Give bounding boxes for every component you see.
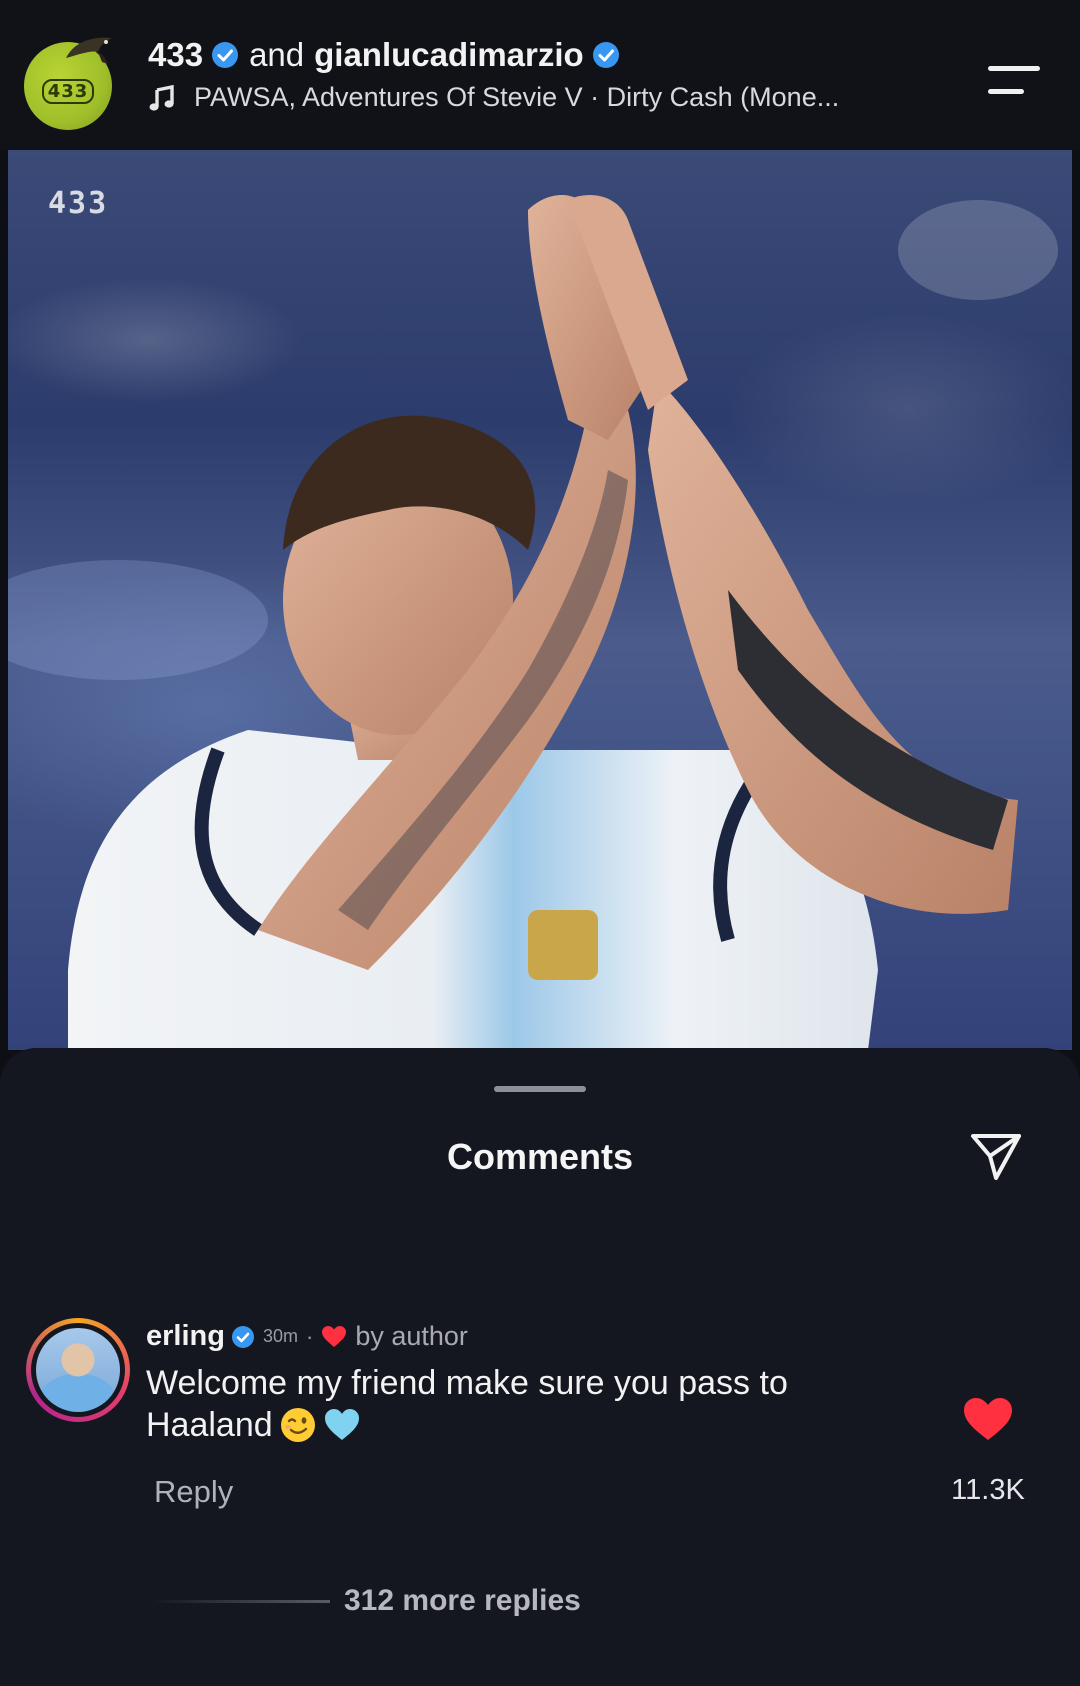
media-watermark: 433 [48,186,109,221]
verified-badge-icon [592,42,619,68]
comment-text-block: Welcome my friend make sure you pass to … [146,1362,906,1446]
reply-button[interactable]: Reply [154,1474,233,1510]
send-icon[interactable] [968,1128,1024,1184]
account-avatar-433[interactable]: 433 [24,37,112,130]
avatar-logo-text: 433 [41,78,95,104]
by-author-label: by author [355,1321,468,1351]
menu-icon[interactable] [986,62,1042,98]
view-more-replies[interactable]: 312 more replies [150,1584,581,1618]
author-liked-heart-icon [322,1325,347,1347]
comment-meta: erling 30m · by author [146,1320,468,1353]
music-note-icon [149,84,174,111]
avatar-ring-gap [31,1323,125,1417]
collab-connector: and [249,36,305,73]
light-blue-heart-emoji [324,1409,359,1440]
sheet-title: Comments [446,1136,634,1177]
like-count: 11.3K [951,1474,1025,1506]
reel-media[interactable]: 433 [8,150,1072,1050]
verified-badge-icon [212,42,239,68]
sheet-drag-handle[interactable] [494,1086,586,1092]
more-replies-label: 312 more replies [344,1584,581,1617]
like-heart-icon[interactable] [962,1396,1014,1442]
commenter-avatar[interactable] [26,1318,130,1422]
meta-separator: · [305,1323,314,1349]
replies-divider-line [150,1599,330,1603]
account-name-secondary[interactable]: gianlucadimarzio [314,36,584,74]
reel-header: 433 433 and gianlucadimarzio PAWSA, Adve… [0,0,1080,150]
audio-track-row[interactable]: PAWSA, Adventures Of Stevie V · Dirty Ca… [148,82,839,113]
comments-sheet: Comments erling 30m · by author Welcome … [0,1048,1080,1686]
comment-timestamp: 30m [262,1326,298,1346]
avatar-photo [36,1328,120,1412]
account-name-primary[interactable]: 433 [148,36,203,74]
comment-text: Welcome my friend make sure you pass to … [146,1364,788,1444]
comment-username[interactable]: erling [146,1320,225,1353]
audio-track-label: PAWSA, Adventures Of Stevie V · Dirty Ca… [194,82,840,112]
comment-item: erling 30m · by author Welcome my friend… [0,1318,1080,1617]
eagle-icon [66,37,112,64]
collab-accounts: 433 and gianlucadimarzio [148,36,630,74]
verified-badge-icon [231,1325,254,1348]
player-photo [8,194,1058,1050]
winking-face-emoji [280,1408,315,1442]
